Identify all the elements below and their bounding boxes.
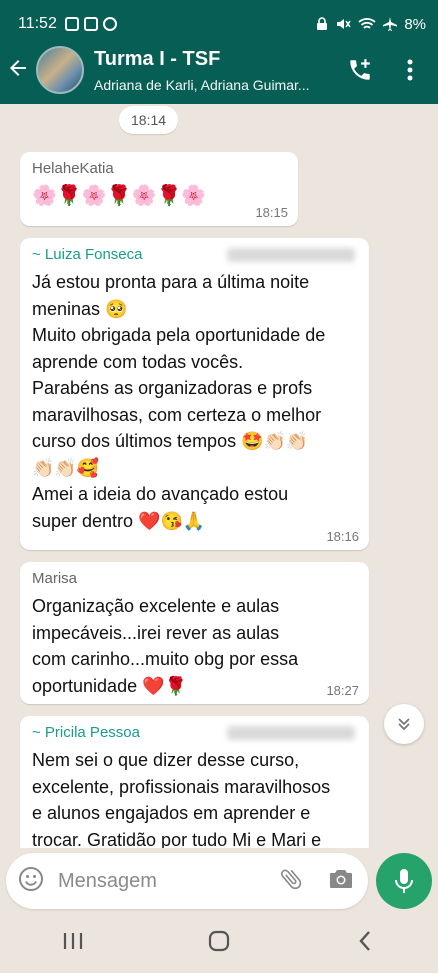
add-call-button[interactable]: [338, 48, 382, 92]
back-button[interactable]: [6, 56, 36, 85]
battery-text: 8%: [404, 15, 426, 33]
group-avatar[interactable]: [36, 46, 84, 94]
home-button[interactable]: [189, 930, 249, 959]
attach-button[interactable]: [278, 866, 304, 897]
message-text: Nem sei o que dizer desse curso, excelen…: [32, 750, 331, 848]
arrow-left-icon: [10, 59, 26, 76]
recents-icon: [63, 933, 83, 949]
attach-icon: [280, 869, 302, 889]
message-time: 18:15: [255, 205, 288, 220]
emoji-button[interactable]: [18, 866, 44, 897]
message-bubble[interactable]: ~ Pricila Pessoa Nem sei o que dizer des…: [20, 716, 369, 848]
airplane-icon: [383, 17, 398, 31]
chat-participants: Adriana de Karli, Adriana Guimar...: [94, 76, 310, 93]
message-text: Já estou pronta para a última noite meni…: [32, 272, 326, 531]
chat-header: Turma I - TSF Adriana de Karli, Adriana …: [0, 36, 438, 104]
more-options-button[interactable]: [388, 48, 432, 92]
message-text: Organização excelente e aulas impecáveis…: [32, 596, 299, 696]
camera-icon: [330, 869, 352, 888]
more-vert-icon: [407, 59, 413, 81]
message-bubble[interactable]: ~ Luiza Fonseca Já estou pronta para a ú…: [20, 238, 369, 550]
message-composer[interactable]: Mensagem: [6, 853, 368, 909]
notification-icon: [83, 17, 98, 31]
chevron-left-icon: [359, 930, 370, 951]
mute-icon: [337, 19, 351, 29]
home-icon: [208, 930, 230, 951]
time-pill: 18:14: [119, 106, 179, 134]
chat-title-area[interactable]: Turma I - TSF Adriana de Karli, Adriana …: [94, 48, 338, 93]
chat-area[interactable]: 18:14 HelaheKatia 🌸🌹🌸🌹🌸🌹🌸 18:15 ~ Luiza …: [0, 104, 438, 848]
blurred-phone-number: [227, 248, 355, 262]
message-bubble[interactable]: HelaheKatia 🌸🌹🌸🌹🌸🌹🌸 18:15: [20, 152, 298, 226]
mic-icon: [395, 869, 413, 893]
chat-title: Turma I - TSF: [94, 47, 221, 70]
gallery-notification-icon: [64, 17, 79, 31]
status-right: 8%: [316, 16, 426, 33]
blurred-phone-number: [227, 726, 355, 740]
message-text: 🌸🌹🌸🌹🌸🌹🌸: [32, 185, 207, 207]
scroll-down-button[interactable]: [384, 704, 424, 744]
message-sender: HelaheKatia: [32, 160, 114, 177]
lock-icon: [317, 17, 328, 30]
system-nav-bar: [0, 915, 438, 973]
wifi-icon: [358, 18, 376, 29]
b-notification-icon: [102, 17, 117, 31]
double-chevron-down-icon: [398, 718, 410, 731]
camera-button[interactable]: [328, 867, 354, 896]
message-bubble[interactable]: Marisa Organização excelente e aulas imp…: [20, 562, 369, 704]
message-time: 18:16: [326, 529, 359, 544]
recents-button[interactable]: [43, 930, 103, 958]
back-nav-button[interactable]: [335, 930, 395, 959]
add-call-icon: [350, 59, 370, 80]
status-time: 11:52: [18, 15, 57, 32]
message-sender: Marisa: [32, 570, 78, 587]
message-input[interactable]: Mensagem: [58, 870, 278, 893]
voice-message-button[interactable]: [376, 853, 432, 909]
message-time: 18:27: [326, 683, 359, 698]
emoji-icon: [19, 866, 43, 891]
